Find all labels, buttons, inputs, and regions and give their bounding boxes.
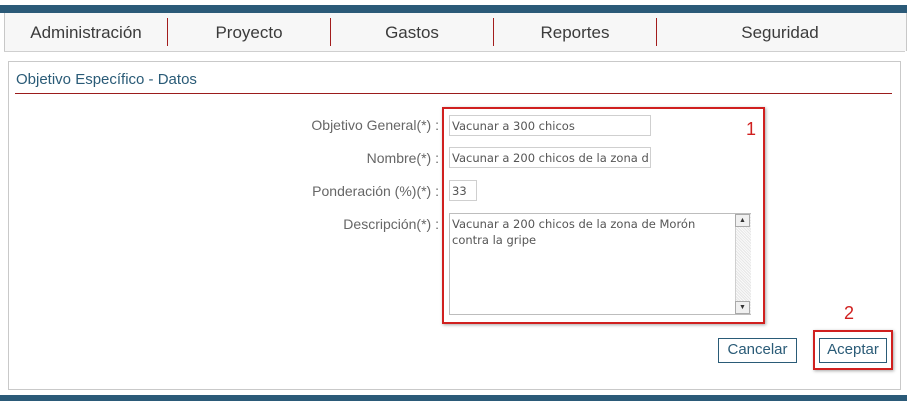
objetivo-general-label: Objetivo General(*) : xyxy=(311,117,439,133)
nav-item-administracion[interactable]: Administración xyxy=(5,13,167,51)
nav-item-seguridad[interactable]: Seguridad xyxy=(657,13,903,51)
bottom-bar xyxy=(0,395,907,401)
panel-title: Objetivo Específico - Datos xyxy=(16,71,197,88)
accept-button[interactable]: Aceptar xyxy=(819,338,887,363)
panel-title-rule xyxy=(15,93,892,94)
main-nav: Administración Proyecto Gastos Reportes … xyxy=(4,13,907,51)
annotation-number-2: 2 xyxy=(844,303,855,323)
nombre-label: Nombre(*) : xyxy=(366,150,439,166)
nav-bottom-border xyxy=(4,51,905,52)
ponderacion-label: Ponderación (%)(*) : xyxy=(312,183,439,199)
top-bar xyxy=(0,5,907,13)
nav-item-proyecto[interactable]: Proyecto xyxy=(168,13,330,51)
annotation-number-1: 1 xyxy=(746,119,757,139)
descripcion-label: Descripción(*) : xyxy=(343,216,439,232)
cancel-button[interactable]: Cancelar xyxy=(718,338,797,363)
nav-item-gastos[interactable]: Gastos xyxy=(331,13,493,51)
annotation-box-1 xyxy=(442,107,765,324)
nav-item-reportes[interactable]: Reportes xyxy=(494,13,656,51)
